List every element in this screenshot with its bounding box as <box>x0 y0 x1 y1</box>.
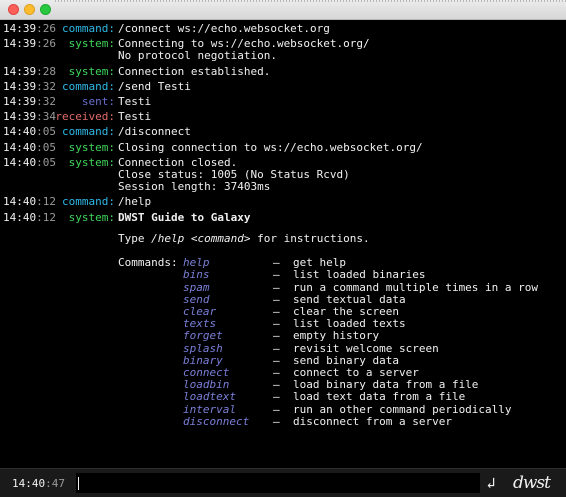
timestamp: 14:39:28 <box>3 64 56 79</box>
timestamp-hm: 14:39 <box>3 110 37 124</box>
log-message: Connection established. <box>118 64 271 78</box>
system-label: system: <box>68 64 115 78</box>
close-button[interactable] <box>8 4 19 15</box>
log-message: /help <box>118 195 152 209</box>
system-label: system: <box>68 155 115 169</box>
title-bar-grip <box>55 0 566 2</box>
timestamp-hm: 14:40 <box>3 210 37 224</box>
system-label: system: <box>68 210 115 224</box>
log-message: /disconnect <box>118 125 191 139</box>
timestamp-seconds: :05 <box>36 140 56 154</box>
log-message: Testi <box>118 110 152 124</box>
timestamp-seconds: :26 <box>36 22 56 35</box>
timestamp-hm: 14:39 <box>3 95 37 108</box>
timestamp-seconds: :26 <box>36 37 56 51</box>
maximize-button[interactable] <box>40 4 51 15</box>
prompt-timestamp: 14:40:47 <box>12 477 65 490</box>
timestamp-seconds: :12 <box>36 195 56 209</box>
command-name[interactable]: disconnect <box>183 415 249 429</box>
log-message: /send Testi <box>118 79 191 93</box>
app-window: 14:39:26 command:/connect ws://echo.webso… <box>0 0 566 497</box>
command-input[interactable] <box>76 473 480 493</box>
timestamp-seconds: :34 <box>36 110 56 124</box>
command-label: command: <box>62 79 115 93</box>
text-caret <box>78 477 79 490</box>
timestamp: 14:39:32 <box>3 79 56 94</box>
timestamp: 14:40:12 <box>3 210 56 225</box>
command-label: command: <box>62 22 115 35</box>
timestamp-hm: 14:39 <box>3 37 37 51</box>
help-type-suffix: for instructions. <box>250 231 370 245</box>
log-message: No protocol negotiation. <box>118 49 277 63</box>
log-message: Testi <box>118 95 152 108</box>
timestamp-hm: 14:39 <box>3 22 37 35</box>
timestamp-seconds: :05 <box>36 125 56 139</box>
timestamp-hm: 14:39 <box>3 79 37 93</box>
timestamp-seconds: :12 <box>36 210 56 224</box>
timestamp-hm: 14:40 <box>3 140 37 154</box>
minimize-button[interactable] <box>24 4 35 15</box>
log-message: Session length: 37403ms <box>118 180 271 194</box>
timestamp-hm: 14:39 <box>3 64 37 78</box>
command-dash: — <box>273 414 280 428</box>
log-message: Closing connection to ws://echo.websocke… <box>118 140 423 154</box>
prompt-time-hm: 14:40 <box>12 477 46 490</box>
help-type-prefix: Type <box>118 231 152 245</box>
timestamp-seconds: :05 <box>36 155 56 169</box>
timestamp-hm: 14:40 <box>3 195 37 209</box>
timestamp-hm: 14:40 <box>3 125 37 139</box>
command-label: command: <box>62 125 115 139</box>
timestamp: 14:40:05 <box>3 155 56 170</box>
timestamp-seconds: :28 <box>36 64 56 78</box>
title-bar <box>0 0 566 20</box>
log-message: /connect ws://echo.websocket.org <box>118 22 330 35</box>
dwst-logo: dwst <box>513 473 551 493</box>
timestamp: 14:39:26 <box>3 37 56 51</box>
timestamp: 14:40:05 <box>3 125 56 139</box>
commands-label: Commands: <box>118 256 178 270</box>
help-usage-text: Type /help <command> for instructions. <box>118 232 370 246</box>
system-label: system: <box>68 37 115 51</box>
help-type-command: /help <command> <box>151 231 251 245</box>
timestamp: 14:39:32 <box>3 95 56 109</box>
timestamp-seconds: :32 <box>36 95 56 108</box>
timestamp: 14:40:05 <box>3 140 56 155</box>
sent-label: sent: <box>81 95 115 108</box>
prompt-time-seconds: :47 <box>45 477 65 490</box>
log-message: DWST Guide to Galaxy <box>118 210 251 224</box>
message-log: 14:39:26 command:/connect ws://echo.webso… <box>0 20 566 468</box>
timestamp: 14:39:34 <box>3 110 56 124</box>
prompt-bar: 14:40:47 ↲ dwst <box>0 468 566 497</box>
timestamp: 14:40:12 <box>3 195 56 209</box>
timestamp-seconds: :32 <box>36 79 56 93</box>
system-label: system: <box>68 140 115 154</box>
timestamp: 14:39:26 <box>3 22 56 36</box>
received-label: received: <box>55 110 115 124</box>
command-label: command: <box>62 195 115 209</box>
command-description: disconnect from a server <box>293 414 452 428</box>
timestamp-hm: 14:40 <box>3 155 37 169</box>
return-arrow-icon[interactable]: ↲ <box>480 473 502 493</box>
